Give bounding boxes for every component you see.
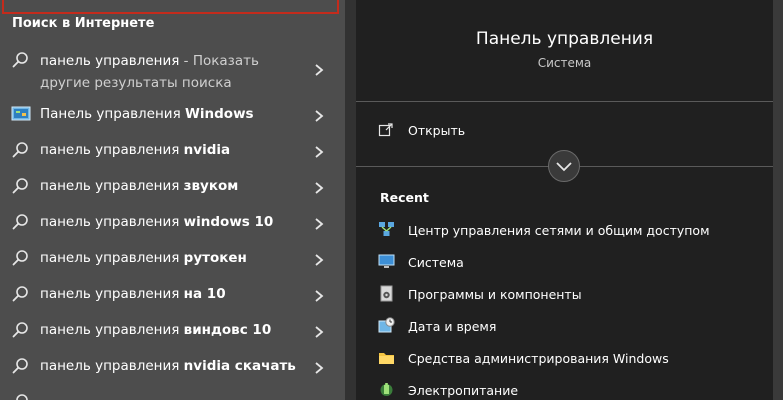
chevron-right-icon[interactable] <box>313 62 325 76</box>
open-external-icon <box>378 122 394 138</box>
search-icon <box>11 356 31 376</box>
search-result-text: панель управления рутокен <box>40 250 247 266</box>
recent-title: Recent <box>380 190 429 205</box>
recent-list: Центр управления сетями и общим доступом… <box>378 215 768 400</box>
recent-item-label: Средства администрирования Windows <box>408 351 669 366</box>
clock-icon <box>378 317 395 334</box>
recent-item[interactable]: Центр управления сетями и общим доступом <box>378 215 768 247</box>
search-icon <box>11 320 31 340</box>
search-result-partial[interactable] <box>0 384 345 400</box>
search-result[interactable]: панель управления - Показать другие резу… <box>0 44 345 96</box>
search-icon <box>11 50 31 70</box>
network-center-icon <box>378 221 395 238</box>
app-title: Панель управления <box>475 29 654 49</box>
search-result[interactable]: панель управления рутокен <box>0 240 345 276</box>
search-result[interactable]: Панель управления Windows <box>0 96 345 132</box>
recent-item[interactable]: Программы и компоненты <box>378 279 768 311</box>
search-icon <box>11 212 31 232</box>
search-icon <box>11 392 31 400</box>
preview-pane: Панель управления Система Открыть Recent… <box>356 0 773 400</box>
search-icon <box>11 284 31 304</box>
chevron-right-icon[interactable] <box>313 288 325 302</box>
scrollbar-track[interactable] <box>773 0 783 400</box>
recent-item-label: Дата и время <box>408 319 497 334</box>
system-monitor-icon <box>378 253 395 270</box>
chevron-right-icon[interactable] <box>313 360 325 374</box>
app-subtitle: Система <box>537 56 592 70</box>
search-result-text: панель управления nvidia <box>40 142 231 158</box>
search-result-text: панель управления windows 10 <box>40 214 274 230</box>
recent-item[interactable]: Дата и время <box>378 311 768 343</box>
open-label: Открыть <box>408 123 466 138</box>
recent-item[interactable]: Система <box>378 247 768 279</box>
recent-item-label: Система <box>408 255 464 270</box>
search-result-text: панель управления виндовс 10 <box>40 322 272 338</box>
chevron-right-icon[interactable] <box>313 216 325 230</box>
selected-result-highlight[interactable] <box>2 0 339 14</box>
search-result-text: Панель управления Windows <box>40 106 254 122</box>
search-result-text: панель управления на 10 <box>40 286 226 302</box>
power-icon <box>378 381 395 398</box>
chevron-right-icon[interactable] <box>313 108 325 122</box>
search-result[interactable]: панель управления windows 10 <box>0 204 345 240</box>
search-result-text: панель управления - Показать другие резу… <box>40 53 259 91</box>
search-icon <box>11 176 31 196</box>
search-results-pane: Поиск в Интернете панель управления - По… <box>0 0 345 400</box>
chevron-down-icon <box>556 162 572 172</box>
pane-divider <box>345 0 356 400</box>
chevron-right-icon[interactable] <box>313 180 325 194</box>
open-button[interactable]: Открыть <box>378 120 758 142</box>
search-result[interactable]: панель управления на 10 <box>0 276 345 312</box>
search-result-text: панель управления звуком <box>40 178 239 194</box>
search-icon <box>11 248 31 268</box>
recent-item-label: Электропитание <box>408 383 519 398</box>
chevron-right-icon[interactable] <box>313 144 325 158</box>
divider <box>356 101 773 102</box>
recent-item[interactable]: Средства администрирования Windows <box>378 343 768 375</box>
recent-item[interactable]: Электропитание <box>378 375 768 400</box>
section-title: Поиск в Интернете <box>12 16 155 31</box>
control-panel-icon <box>11 104 31 124</box>
programs-icon <box>378 285 395 302</box>
recent-item-label: Программы и компоненты <box>408 287 582 302</box>
folder-icon <box>378 349 395 366</box>
search-result[interactable]: панель управления nvidia <box>0 132 345 168</box>
search-result[interactable]: панель управления звуком <box>0 168 345 204</box>
search-result[interactable]: панель управления виндовс 10 <box>0 312 345 348</box>
search-result-text: панель управления nvidia скачать <box>40 358 296 374</box>
chevron-right-icon[interactable] <box>313 324 325 338</box>
results-list: панель управления - Показать другие резу… <box>0 44 345 400</box>
chevron-right-icon[interactable] <box>313 252 325 266</box>
recent-item-label: Центр управления сетями и общим доступом <box>408 223 710 238</box>
search-icon <box>11 140 31 160</box>
expand-button[interactable] <box>548 150 580 182</box>
search-result[interactable]: панель управления nvidia скачать <box>0 348 345 384</box>
